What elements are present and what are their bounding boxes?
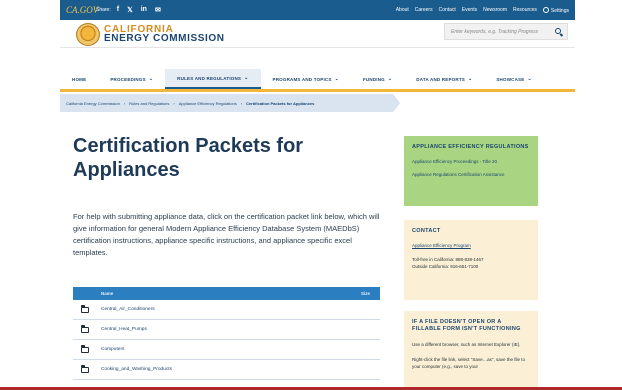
chevron-down-icon: ⌄ [467, 76, 473, 82]
top-link-about[interactable]: About [396, 7, 409, 14]
nav-accent-line [60, 89, 575, 92]
row-name[interactable]: Computers [101, 347, 124, 352]
top-link-careers[interactable]: Careers [415, 7, 433, 14]
site-title-line2: ENERGY COMMISSION [104, 33, 225, 44]
toll-free-phone: Toll-free in California: 888-838-1467 [412, 257, 484, 262]
facebook-icon[interactable]: f [117, 6, 119, 14]
nav-label: SHOWCASE [496, 76, 525, 82]
main-nav: HOME PROCEEDINGS ⌄ RULES AND REGULATIONS ⌄… [60, 69, 575, 89]
folder-icon [80, 344, 89, 353]
nav-item-funding[interactable]: FUNDING ⌄ [351, 69, 404, 89]
search-placeholder: Enter keywords, e.g. Tracking Progress [451, 29, 539, 35]
sidebar-link-proceedings-title-20[interactable]: Appliance Efficiency Proceedings - Title… [412, 159, 530, 164]
table-row[interactable]: Cooking_and_Washing_Products [73, 360, 380, 380]
table-row[interactable]: Central_Air_Conditioners [73, 300, 380, 320]
nav-label: PROCEEDINGS [110, 76, 146, 82]
folder-icon [80, 304, 89, 313]
row-name[interactable]: Central_Heat_Pumps [101, 327, 147, 332]
top-links: About Careers Contact Events Newsroom Re… [396, 6, 569, 14]
sidebar-heading: IF A FILE DOESN'T OPEN OR A FILLABLE FOR… [412, 319, 521, 332]
top-link-events[interactable]: Events [462, 7, 477, 14]
nav-item-home[interactable]: HOME [60, 69, 98, 89]
chevron-down-icon: ⌄ [334, 76, 339, 82]
breadcrumb-current: Certification Packets for Appliances [246, 100, 315, 106]
top-link-newsroom[interactable]: Newsroom [483, 7, 507, 14]
sidebar-contact: CONTACT Appliance Efficiency Program Tol… [404, 220, 538, 300]
breadcrumb-item[interactable]: Appliance Efficiency Regulations [179, 101, 237, 106]
linkedin-icon[interactable]: in [141, 6, 147, 14]
chevron-right-icon: › [173, 100, 175, 106]
column-header-name[interactable]: Name [101, 291, 113, 296]
gear-icon [542, 6, 549, 13]
site-title[interactable]: CALIFORNIA ENERGY COMMISSION [104, 25, 225, 44]
ca-gov-logo[interactable]: CA.GOV [66, 6, 98, 15]
file-help-text: Use a different browser, such as Interne… [412, 342, 521, 347]
contact-program-link[interactable]: Appliance Efficiency Program [412, 243, 530, 248]
nav-item-programs-and-topics[interactable]: PROGRAMS AND TOPICS ⌄ [261, 69, 351, 89]
nav-item-rules-and-regulations[interactable]: RULES AND REGULATIONS ⌄ [165, 69, 261, 89]
site-header: CALIFORNIA ENERGY COMMISSION Enter keywo… [60, 20, 575, 48]
row-name[interactable]: Central_Air_Conditioners [101, 307, 155, 312]
chevron-down-icon: ⌄ [387, 76, 393, 82]
column-header-size[interactable]: Size [361, 291, 370, 296]
nav-label: HOME [72, 76, 87, 82]
nav-label: DATA AND REPORTS [416, 76, 465, 82]
settings-link[interactable]: Settings [542, 6, 569, 14]
top-link-contact[interactable]: Contact [439, 7, 456, 14]
table-row[interactable]: Computers [73, 340, 380, 360]
nav-item-showcase[interactable]: SHOWCASE ⌄ [484, 69, 544, 89]
nav-item-data-and-reports[interactable]: DATA AND REPORTS ⌄ [404, 69, 484, 89]
contact-phones: Toll-free in California: 888-838-1467 Ou… [412, 256, 530, 270]
twitter-icon[interactable]: 𝕏 [127, 6, 133, 14]
sidebar-heading: CONTACT [412, 228, 441, 234]
sidebar-link-certification-assistance[interactable]: Appliance Regulations Certification Assi… [412, 172, 530, 177]
chevron-down-icon: ⌄ [527, 76, 532, 82]
packet-table: Name Size Central_Air_Conditioners Centr… [73, 287, 380, 380]
table-row[interactable]: Central_Heat_Pumps [73, 320, 380, 340]
chevron-right-icon: › [123, 100, 126, 106]
nav-item-proceedings[interactable]: PROCEEDINGS ⌄ [98, 69, 165, 89]
outside-phone: Outside California: 916-651-7100 [412, 264, 479, 269]
share-label: Share: [96, 7, 111, 13]
sidebar-file-help: IF A FILE DOESN'T OPEN OR A FILLABLE FOR… [404, 311, 538, 390]
intro-text: For help with submitting appliance data,… [73, 212, 380, 257]
search-icon[interactable] [555, 28, 561, 34]
cec-seal-logo[interactable] [76, 23, 100, 46]
breadcrumb: California Energy Commission › Rules and… [60, 94, 400, 112]
file-help-text: Right-click the file link, select "Save…… [412, 357, 525, 369]
nav-label: PROGRAMS AND TOPICS [272, 76, 332, 82]
nav-label: FUNDING [362, 76, 385, 82]
folder-icon [80, 364, 89, 373]
settings-label: Settings [550, 7, 569, 14]
sidebar-heading: APPLIANCE EFFICIENCY REGULATIONS [412, 144, 529, 150]
nav-label: RULES AND REGULATIONS [177, 75, 242, 81]
top-link-resources[interactable]: Resources [513, 7, 537, 14]
chevron-down-icon: ⌄ [148, 76, 154, 82]
top-utility-bar: CA.GOV Share: f 𝕏 in ✉ About Careers Con… [60, 0, 575, 20]
table-header: Name Size [73, 287, 380, 300]
sidebar-appliance-regulations: APPLIANCE EFFICIENCY REGULATIONS Applian… [404, 136, 538, 206]
breadcrumb-item[interactable]: California Energy Commission [66, 101, 120, 106]
breadcrumb-item[interactable]: Rules and Regulations [129, 101, 169, 106]
email-icon[interactable]: ✉ [155, 6, 161, 14]
search-input[interactable]: Enter keywords, e.g. Tracking Progress [444, 23, 568, 40]
page-title: Certification Packets for Appliances [73, 135, 304, 181]
row-name[interactable]: Cooking_and_Washing_Products [101, 367, 172, 372]
chevron-down-icon: ⌄ [244, 75, 249, 81]
ca-gov-logo-text: CA.GOV [66, 5, 99, 15]
chevron-right-icon: › [240, 100, 243, 106]
social-links: f 𝕏 in ✉ [117, 6, 161, 14]
folder-icon [80, 324, 89, 333]
